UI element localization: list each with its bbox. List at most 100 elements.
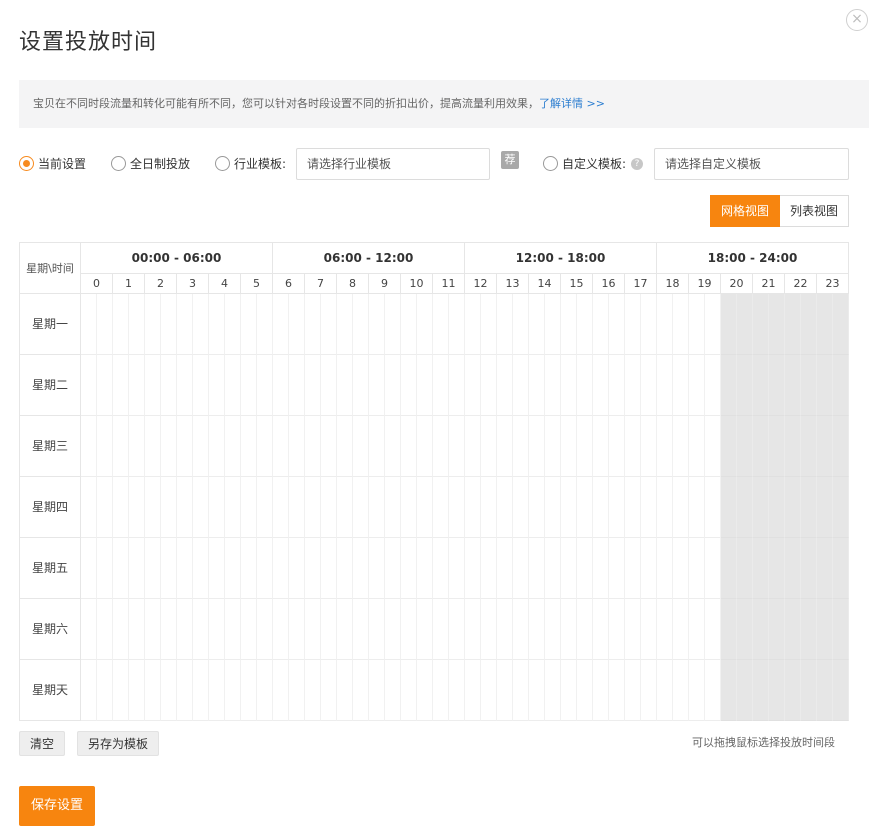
time-slot-cell[interactable] [369, 294, 385, 355]
time-slot-cell[interactable] [257, 416, 273, 477]
time-slot-cell[interactable] [657, 355, 673, 416]
time-slot-cell[interactable] [417, 416, 433, 477]
time-slot-cell[interactable] [705, 294, 721, 355]
hour-header[interactable]: 2 [145, 274, 177, 294]
time-slot-cell[interactable] [417, 355, 433, 416]
radio-fullday[interactable] [111, 156, 126, 171]
time-slot-cell[interactable] [193, 599, 209, 660]
time-slot-cell[interactable] [817, 416, 833, 477]
time-slot-cell[interactable] [737, 294, 753, 355]
hour-header[interactable]: 19 [689, 274, 721, 294]
time-slot-cell[interactable] [273, 599, 289, 660]
time-slot-cell[interactable] [353, 477, 369, 538]
time-slot-cell[interactable] [161, 294, 177, 355]
learn-more-link[interactable]: 了解详情 >> [539, 97, 605, 110]
time-slot-cell[interactable] [817, 660, 833, 721]
time-slot-cell[interactable] [593, 355, 609, 416]
time-slot-cell[interactable] [465, 599, 481, 660]
time-slot-cell[interactable] [273, 660, 289, 721]
time-slot-cell[interactable] [641, 538, 657, 599]
time-slot-cell[interactable] [257, 294, 273, 355]
time-slot-cell[interactable] [673, 416, 689, 477]
time-slot-cell[interactable] [145, 294, 161, 355]
time-slot-cell[interactable] [577, 599, 593, 660]
time-slot-cell[interactable] [673, 294, 689, 355]
time-slot-cell[interactable] [177, 660, 193, 721]
time-slot-cell[interactable] [353, 599, 369, 660]
time-slot-cell[interactable] [417, 294, 433, 355]
time-slot-cell[interactable] [193, 538, 209, 599]
hour-header[interactable]: 1 [113, 274, 145, 294]
hour-header[interactable]: 11 [433, 274, 465, 294]
time-slot-cell[interactable] [529, 660, 545, 721]
time-slot-cell[interactable] [705, 599, 721, 660]
time-slot-cell[interactable] [721, 416, 737, 477]
time-slot-cell[interactable] [225, 660, 241, 721]
time-slot-cell[interactable] [97, 599, 113, 660]
time-slot-cell[interactable] [161, 477, 177, 538]
hour-header[interactable]: 4 [209, 274, 241, 294]
time-slot-cell[interactable] [657, 416, 673, 477]
time-slot-cell[interactable] [449, 599, 465, 660]
time-slot-cell[interactable] [593, 660, 609, 721]
time-slot-cell[interactable] [321, 294, 337, 355]
time-slot-cell[interactable] [161, 416, 177, 477]
time-slot-cell[interactable] [209, 538, 225, 599]
time-slot-cell[interactable] [657, 477, 673, 538]
time-slot-cell[interactable] [545, 660, 561, 721]
time-slot-cell[interactable] [241, 355, 257, 416]
time-slot-cell[interactable] [785, 660, 801, 721]
time-slot-cell[interactable] [705, 477, 721, 538]
time-slot-cell[interactable] [385, 294, 401, 355]
time-slot-cell[interactable] [145, 599, 161, 660]
time-slot-cell[interactable] [753, 477, 769, 538]
time-slot-cell[interactable] [561, 660, 577, 721]
time-slot-cell[interactable] [113, 660, 129, 721]
time-slot-cell[interactable] [337, 416, 353, 477]
time-slot-cell[interactable] [177, 294, 193, 355]
time-slot-cell[interactable] [113, 416, 129, 477]
time-slot-cell[interactable] [305, 599, 321, 660]
time-slot-cell[interactable] [209, 660, 225, 721]
clear-button[interactable]: 清空 [19, 731, 66, 756]
time-slot-cell[interactable] [321, 538, 337, 599]
time-slot-cell[interactable] [737, 660, 753, 721]
time-slot-cell[interactable] [657, 294, 673, 355]
time-slot-cell[interactable] [561, 599, 577, 660]
custom-template-select[interactable]: 请选择自定义模板 [654, 148, 849, 180]
time-slot-cell[interactable] [513, 355, 529, 416]
time-slot-cell[interactable] [625, 416, 641, 477]
time-slot-cell[interactable] [769, 477, 785, 538]
time-slot-cell[interactable] [513, 660, 529, 721]
time-slot-cell[interactable] [817, 599, 833, 660]
hour-header[interactable]: 12 [465, 274, 497, 294]
time-slot-cell[interactable] [721, 294, 737, 355]
time-slot-cell[interactable] [785, 416, 801, 477]
option-custom[interactable]: 自定义模板: ? [543, 155, 644, 172]
hour-header[interactable]: 0 [81, 274, 113, 294]
time-slot-cell[interactable] [609, 660, 625, 721]
time-slot-cell[interactable] [577, 477, 593, 538]
time-slot-cell[interactable] [465, 355, 481, 416]
time-slot-cell[interactable] [529, 538, 545, 599]
time-slot-cell[interactable] [769, 660, 785, 721]
time-slot-cell[interactable] [257, 355, 273, 416]
day-label[interactable]: 星期六 [20, 599, 81, 660]
time-slot-cell[interactable] [593, 477, 609, 538]
time-slot-cell[interactable] [529, 599, 545, 660]
time-slot-cell[interactable] [289, 416, 305, 477]
time-slot-cell[interactable] [241, 477, 257, 538]
time-slot-cell[interactable] [673, 477, 689, 538]
help-icon[interactable]: ? [631, 157, 644, 170]
time-slot-cell[interactable] [753, 660, 769, 721]
time-slot-cell[interactable] [321, 477, 337, 538]
time-slot-cell[interactable] [545, 294, 561, 355]
time-slot-cell[interactable] [785, 294, 801, 355]
time-slot-cell[interactable] [257, 477, 273, 538]
time-slot-cell[interactable] [353, 416, 369, 477]
time-slot-cell[interactable] [321, 599, 337, 660]
time-slot-cell[interactable] [689, 538, 705, 599]
time-slot-cell[interactable] [753, 355, 769, 416]
time-slot-cell[interactable] [145, 477, 161, 538]
time-slot-cell[interactable] [785, 538, 801, 599]
